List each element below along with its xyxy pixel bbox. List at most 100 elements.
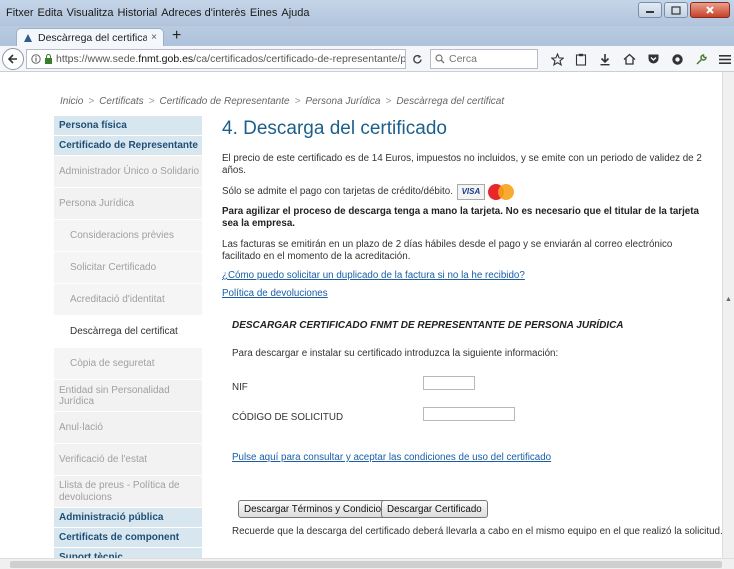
sidebar-item[interactable]: Acreditació d'identitat <box>54 284 202 316</box>
sidebar-item[interactable]: Còpia de seguretat <box>54 348 202 380</box>
browser-toolbar <box>546 50 734 68</box>
url-text: https://www.sede.fnmt.gob.es/ca/certific… <box>56 53 405 65</box>
tab-close-icon[interactable]: × <box>151 32 157 43</box>
maximize-icon <box>671 5 681 15</box>
pocket-icon <box>648 54 658 64</box>
sidebar-item[interactable]: Solicitar Certificado <box>54 252 202 284</box>
devoluciones-link[interactable]: Política de devoluciones <box>222 288 328 299</box>
download-arrow-icon <box>600 53 610 65</box>
search-input[interactable] <box>449 53 529 65</box>
downloads-button[interactable] <box>594 50 616 68</box>
breadcrumb-item-inicio[interactable]: Inicio <box>60 96 83 107</box>
menu-item-visualitza[interactable]: Visualitza <box>65 7 116 19</box>
breadcrumb-separator: > <box>148 96 155 107</box>
menu-item-historial[interactable]: Historial <box>115 7 159 19</box>
scroll-up-icon[interactable]: ▲ <box>723 296 734 303</box>
payment-row: Sólo se admite el pago con tarjetas de c… <box>222 184 702 200</box>
back-button[interactable] <box>2 48 24 70</box>
download-terms-button[interactable]: Descargar Términos y Condiciones <box>238 500 403 518</box>
sidebar-item[interactable]: Entidad sin Personalidad Jurídica <box>54 380 202 412</box>
sidebar-item[interactable]: Persona Jurídica <box>54 188 202 220</box>
reading-list-button[interactable] <box>570 50 592 68</box>
form-title: DESCARGAR CERTIFICADO FNMT DE REPRESENTA… <box>232 320 624 331</box>
home-icon <box>623 53 635 65</box>
reload-icon <box>412 54 422 64</box>
navigation-bar: https://www.sede.fnmt.gob.es/ca/certific… <box>0 46 734 72</box>
home-button[interactable] <box>618 50 640 68</box>
sidebar-item[interactable]: Descàrrega del certificat <box>54 316 202 348</box>
nif-input[interactable] <box>423 376 475 390</box>
breadcrumb-separator: > <box>385 96 392 107</box>
facturas-text: Las facturas se emitirán en un plazo de … <box>222 239 673 262</box>
url-bar[interactable]: https://www.sede.fnmt.gob.es/ca/certific… <box>26 49 406 69</box>
hamburger-menu-button[interactable] <box>714 50 734 68</box>
tab-label: Descàrrega del certificat - Se <box>38 31 148 44</box>
payment-text: Sólo se admite el pago con tarjetas de c… <box>222 186 453 197</box>
bookmark-star-button[interactable] <box>546 50 568 68</box>
addon-button[interactable] <box>666 50 688 68</box>
pocket-button[interactable] <box>642 50 664 68</box>
tools-button[interactable] <box>690 50 712 68</box>
menu-item-eines[interactable]: Eines <box>248 7 280 19</box>
main-content: 4. Descarga del certificado El precio de… <box>222 118 702 299</box>
new-tab-button[interactable]: + <box>172 27 181 45</box>
card-logos: VISA <box>456 184 514 200</box>
sidebar-item[interactable]: Anul·lació <box>54 412 202 444</box>
price-text: El precio de este certificado es de 14 E… <box>222 153 702 176</box>
minimize-button[interactable] <box>638 2 662 18</box>
vertical-scrollbar[interactable]: ▲ <box>722 72 734 558</box>
breadcrumb-separator: > <box>88 96 95 107</box>
sidebar-item[interactable]: Consideracions prèvies <box>54 220 202 252</box>
form-intro: Para descargar e instalar su certificado… <box>232 348 559 359</box>
menu-item-fitxer[interactable]: Fitxer <box>4 7 36 19</box>
back-arrow-icon <box>7 54 17 64</box>
clipboard-icon <box>575 53 587 66</box>
sidebar-item[interactable]: Llista de preus - Política de devolucion… <box>54 476 202 508</box>
menu-item-adreces[interactable]: Adreces d'interès <box>159 7 248 19</box>
horizontal-scrollbar[interactable] <box>0 558 734 569</box>
sidebar-nav: Persona física Certificado de Representan… <box>54 116 202 568</box>
menu-item-edita[interactable]: Edita <box>36 7 65 19</box>
visa-logo-icon: VISA <box>456 184 485 200</box>
window-title-bar: Fitxer Edita Visualitza Historial Adrece… <box>0 0 734 26</box>
minimize-icon <box>646 11 654 13</box>
maximize-button[interactable] <box>664 2 688 18</box>
mastercard-logo-icon <box>487 184 514 200</box>
breadcrumb: Inicio > Certificats > Certificado de Re… <box>60 96 509 107</box>
close-icon <box>706 6 714 14</box>
sidebar-item[interactable]: Certificado de Representante <box>54 136 202 156</box>
search-icon <box>435 54 445 64</box>
search-bar[interactable] <box>430 49 538 69</box>
web-page: Inicio > Certificats > Certificado de Re… <box>0 72 734 568</box>
nif-label: NIF <box>232 382 248 393</box>
tab-strip: Descàrrega del certificat - Se × + <box>0 26 734 46</box>
sidebar-item[interactable]: Persona física <box>54 116 202 136</box>
breadcrumb-item-certificats[interactable]: Certificats <box>99 96 143 107</box>
window-controls <box>636 2 730 18</box>
addon-circle-icon <box>671 53 683 65</box>
info-icon[interactable] <box>31 54 41 64</box>
menu-item-ajuda[interactable]: Ajuda <box>279 7 311 19</box>
fnmt-favicon-icon <box>23 33 33 43</box>
page-title: 4. Descarga del certificado <box>222 118 447 139</box>
same-device-note: Recuerde que la descarga del certificado… <box>232 526 723 537</box>
lock-icon <box>44 54 53 64</box>
close-window-button[interactable] <box>690 2 730 18</box>
sidebar-item[interactable]: Administrador Único o Solidario <box>54 156 202 188</box>
horizontal-scroll-thumb[interactable] <box>10 561 722 568</box>
sidebar-item[interactable]: Verificació de l'estat <box>54 444 202 476</box>
breadcrumb-item-persona-juridica[interactable]: Persona Jurídica <box>305 96 380 107</box>
reload-button[interactable] <box>408 49 426 69</box>
breadcrumb-separator: > <box>294 96 301 107</box>
breadcrumb-item-current: Descàrrega del certificat <box>396 96 505 107</box>
tab-descarrega[interactable]: Descàrrega del certificat - Se × <box>16 28 164 46</box>
star-icon <box>550 52 564 66</box>
codigo-solicitud-input[interactable] <box>423 407 515 421</box>
breadcrumb-item-representante[interactable]: Certificado de Representante <box>160 96 290 107</box>
download-certificate-button[interactable]: Descargar Certificado <box>381 500 488 518</box>
sidebar-item[interactable]: Administració pública <box>54 508 202 528</box>
conditions-link[interactable]: Pulse aquí para consultar y aceptar las … <box>232 452 551 463</box>
menu-bar: Fitxer Edita Visualitza Historial Adrece… <box>4 4 312 22</box>
sidebar-item[interactable]: Certificats de component <box>54 528 202 548</box>
duplicado-factura-link[interactable]: ¿Cómo puedo solicitar un duplicado de la… <box>222 270 525 281</box>
